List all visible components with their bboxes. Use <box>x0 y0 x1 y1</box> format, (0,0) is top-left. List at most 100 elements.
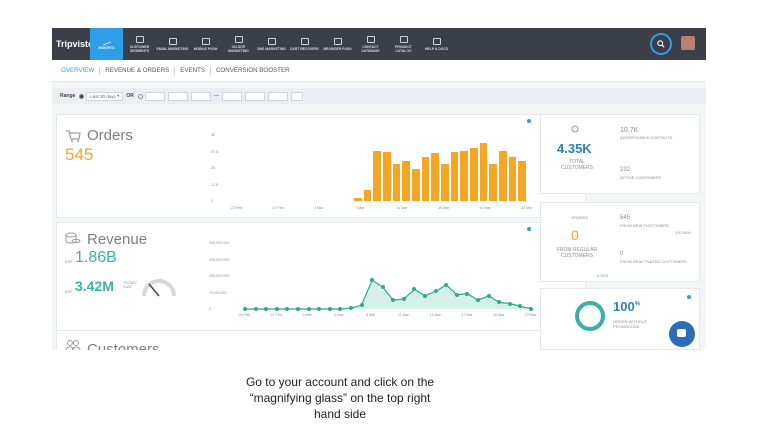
apply-button[interactable] <box>290 91 303 101</box>
range-radio-custom[interactable] <box>137 93 143 99</box>
orders-bar <box>441 164 449 201</box>
new-orders-pct: 100.00% <box>675 230 691 235</box>
nav-item-customer-segments[interactable]: Customer Segments <box>123 28 156 60</box>
gauge-icon <box>142 279 176 297</box>
orders-bar <box>363 190 372 201</box>
nav-item-insights[interactable]: Insights <box>90 28 123 60</box>
orders-bar <box>421 157 430 201</box>
to-year-select[interactable] <box>267 91 288 101</box>
promo-value: 100% <box>613 299 640 314</box>
orders-bar <box>470 148 478 201</box>
reactivated-orders-label: FROM REACTIVATED CUSTOMERS <box>620 259 687 264</box>
user-avatar[interactable] <box>681 36 695 50</box>
revenue-point <box>486 293 491 298</box>
nav-item-on-site-marketing[interactable]: On-Site Marketing <box>222 28 255 60</box>
coins-icon <box>65 232 81 244</box>
revenue-point <box>327 307 332 311</box>
tab-revenue-orders[interactable]: REVENUE & ORDERS <box>100 66 176 75</box>
nav-item-contact-database[interactable]: Contact Database <box>354 28 387 60</box>
x-tick-label: 27 Feb <box>272 206 284 210</box>
ticket-currency: IDR <box>65 289 72 294</box>
nav-item-browser-push[interactable]: Browser Push <box>321 28 354 60</box>
orders-summary-title: ORDERS <box>571 215 589 220</box>
promo-number: 100 <box>613 299 635 314</box>
info-icon[interactable] <box>687 295 691 299</box>
nav-item-label: Customer Segments <box>129 44 150 53</box>
nav-item-label: Email Marketing <box>156 46 189 51</box>
nav-item-email-marketing[interactable]: Email Marketing <box>156 28 189 60</box>
from-month-select[interactable] <box>167 91 188 101</box>
orders-bar <box>460 150 468 201</box>
x-tick-label: 7 Mar <box>355 206 365 210</box>
search-button[interactable] <box>650 33 672 55</box>
orders-value: 545 <box>65 145 94 164</box>
catalog-icon <box>399 35 408 43</box>
x-tick-label: 19 Mar <box>479 206 491 210</box>
magnifying-glass-icon <box>657 40 665 48</box>
nav-item-cart-recovery[interactable]: Cart Recovery <box>288 28 321 60</box>
x-tick-label: 23 Mar <box>525 313 537 317</box>
nav-item-label: On-Site Marketing <box>228 44 249 53</box>
caption-line-3: hand side <box>313 407 367 421</box>
revenue-point <box>253 307 258 311</box>
bulb-icon <box>432 37 441 45</box>
page-tabs: OVERVIEW REVENUE & ORDERS EVENTS CONVERS… <box>52 60 706 82</box>
orders-bar <box>479 142 488 201</box>
cart-icon <box>300 37 309 45</box>
nav-item-label: Help & Docs <box>424 46 449 51</box>
x-tick-label: 14 Mar <box>429 313 441 317</box>
tab-events[interactable]: EVENTS <box>175 66 211 75</box>
ticket-label: TICKET SIZE <box>123 280 138 289</box>
promo-label: ORDER WITHOUT PROMOCODE <box>613 319 648 329</box>
range-select[interactable]: Last 30 days ▾ <box>86 91 124 101</box>
from-day-select[interactable] <box>144 91 165 101</box>
caption-line-2: “magnifying glass” on the top right <box>249 391 431 405</box>
chat-widget-button[interactable] <box>669 321 695 347</box>
to-day-select[interactable] <box>221 91 242 101</box>
from-year-select[interactable] <box>190 91 211 101</box>
range-radio-preset[interactable] <box>79 93 85 99</box>
range-label: Range <box>60 93 76 99</box>
total-customers-label: TOTAL CUSTOMERS <box>561 159 593 171</box>
orders-bar <box>450 152 459 201</box>
promo-ring <box>575 301 605 331</box>
instruction-caption: Go to your account and click on the “mag… <box>200 374 480 422</box>
nav-item-product-catalog[interactable]: Product Catalog <box>387 28 420 60</box>
range-select-value: Last 30 days <box>90 93 116 99</box>
y-tick-label: 12.5 <box>211 182 218 187</box>
orders-bar <box>431 153 439 201</box>
nav-item-sms-marketing[interactable]: Sms Marketing <box>255 28 288 60</box>
new-orders-label: FROM NEW CUSTOMERS <box>620 223 669 228</box>
to-month-select[interactable] <box>244 91 265 101</box>
orders-bar <box>412 169 420 201</box>
orders-bar <box>392 164 401 201</box>
x-tick-label: 24 Feb <box>239 313 251 317</box>
y-tick-label: 0 <box>211 199 213 203</box>
revenue-point <box>274 307 279 311</box>
nav-item-label: Product Catalog <box>395 44 412 53</box>
tab-conversion-booster[interactable]: CONVERSION BOOSTER <box>211 67 295 75</box>
nav-item-label: Cart Recovery <box>289 46 320 51</box>
x-tick-label: 2 Mar <box>302 313 312 317</box>
orders-bar <box>373 150 381 201</box>
regular-orders-label: FROM REGULAR CUSTOMERS <box>556 247 598 259</box>
regular-orders-value: 0 <box>571 227 579 243</box>
revenue-currency: IDR <box>65 259 72 264</box>
x-tick-label: 20 Mar <box>493 313 505 317</box>
x-tick-label: 23 Feb <box>231 206 243 210</box>
orders-bar <box>518 161 526 201</box>
mail-icon <box>168 37 177 45</box>
trend-icon <box>102 37 111 45</box>
orders-chart: 50 37.5 25 12.5 0 23 Feb 27 Feb 3 Mar 7 Mar 11 Ma… <box>207 115 537 219</box>
revenue-point <box>529 306 533 311</box>
orders-bar <box>383 152 391 201</box>
nav-item-help-docs[interactable]: Help & Docs <box>420 28 453 60</box>
cart-icon <box>66 130 81 142</box>
revenue-point <box>359 303 364 308</box>
nav-item-label: Insights <box>98 45 115 50</box>
tab-overview[interactable]: OVERVIEW <box>56 66 101 75</box>
addressable-contacts-value: 10.7K <box>620 127 639 134</box>
brand-logo[interactable]: Tripvisto <box>52 39 94 49</box>
nav-item-mobile-push[interactable]: Mobile Push <box>189 28 222 60</box>
orders-card: Orders 545 50 37.5 25 12.5 0 23 Feb 27 Feb 3 Ma… <box>56 114 586 218</box>
